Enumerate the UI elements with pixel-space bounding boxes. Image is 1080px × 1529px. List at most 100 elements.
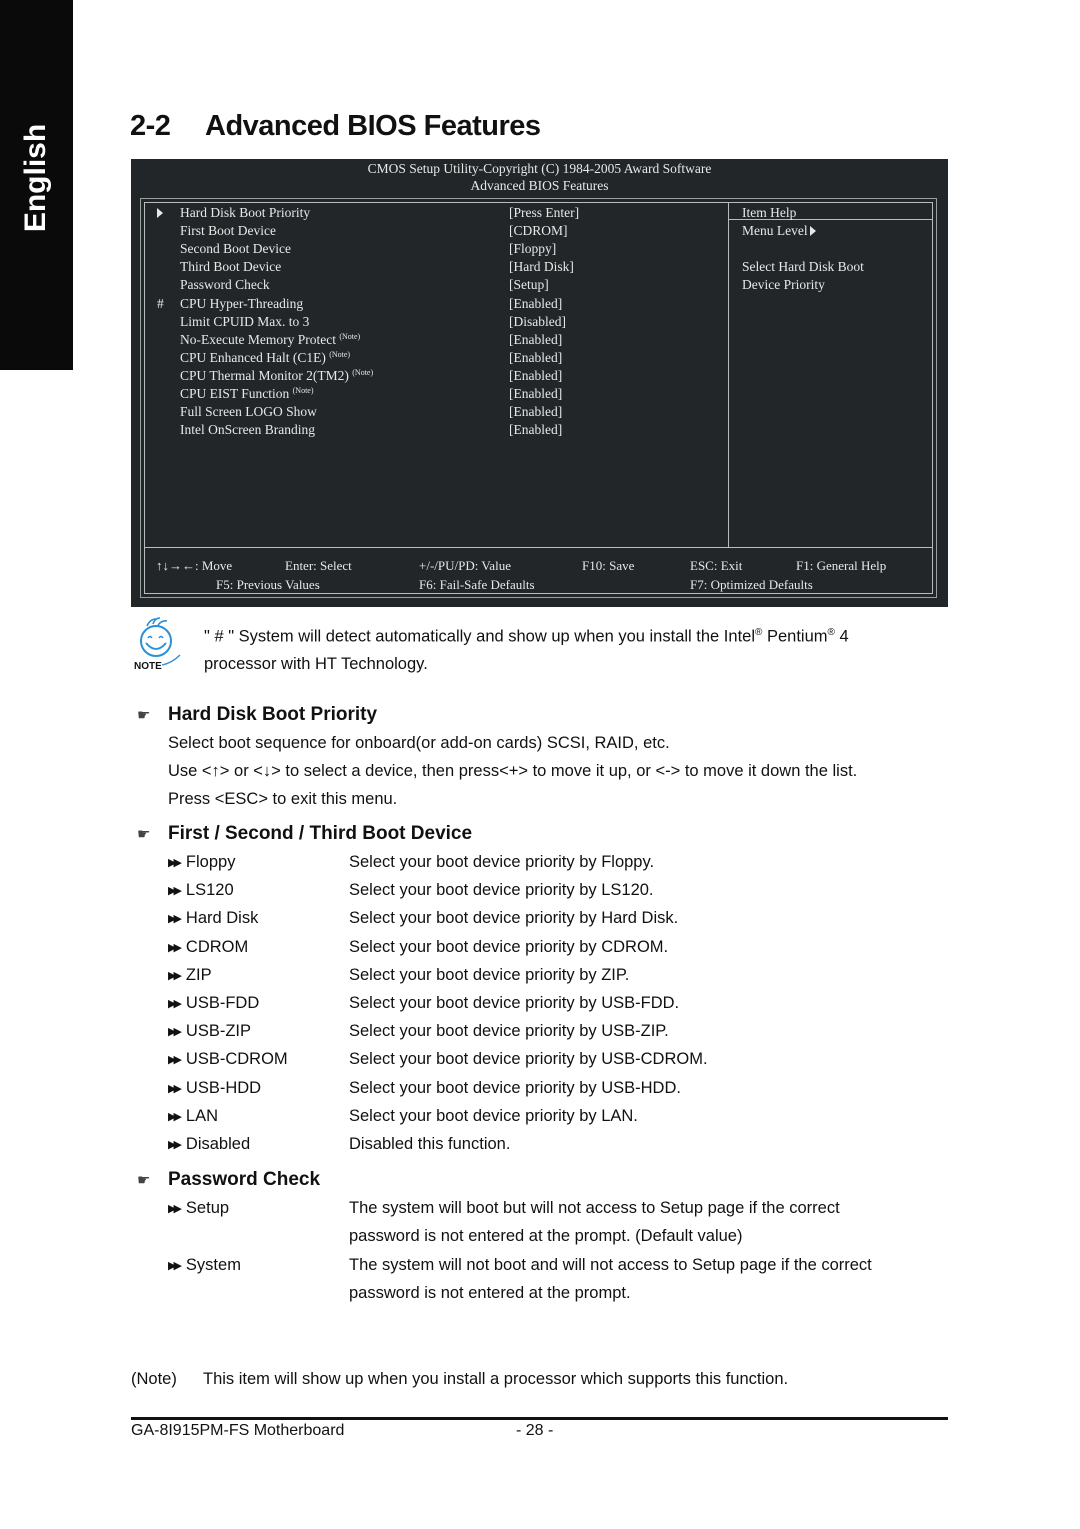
key-exit: ESC: Exit bbox=[690, 558, 743, 573]
double-arrow-icon: ▶▶ bbox=[168, 1026, 182, 1039]
boot-option-name: ▶▶ LS120 bbox=[168, 881, 234, 900]
bios-frame: Hard Disk Boot Priority [Press Enter] Firs… bbox=[140, 198, 937, 598]
key-optimized-defaults: F7: Optimized Defaults bbox=[690, 577, 813, 592]
double-arrow-icon: ▶▶ bbox=[168, 969, 182, 982]
pointing-hand-icon: ☛ bbox=[137, 826, 151, 843]
submenu-arrow-icon bbox=[157, 205, 169, 221]
password-option-name: ▶▶ Setup bbox=[168, 1199, 229, 1218]
boot-option-label: Hard Disk bbox=[185, 909, 259, 928]
boot-option-description: Select your boot device priority by Hard… bbox=[349, 909, 679, 928]
bios-item-value[interactable]: [Enabled] bbox=[509, 422, 562, 438]
boot-option-description: Select your boot device priority by LS12… bbox=[349, 881, 654, 900]
bios-item-value[interactable]: [Enabled] bbox=[509, 350, 562, 366]
section-title: 2-2 Advanced BIOS Features bbox=[130, 110, 541, 143]
boot-option-label: ZIP bbox=[185, 965, 212, 984]
bios-item-label: Full Screen LOGO Show bbox=[180, 404, 317, 420]
footnote: (Note) This item will show up when you in… bbox=[131, 1370, 788, 1389]
item-marker: # bbox=[157, 295, 164, 311]
bios-item-label: Password Check bbox=[180, 277, 270, 293]
password-option-description-line2: password is not entered at the prompt. bbox=[349, 1284, 631, 1302]
key-select: Enter: Select bbox=[285, 558, 352, 573]
bios-item-label-text: Third Boot Device bbox=[180, 259, 282, 275]
hdd-priority-line2: Use <↑> or <↓> to select a device, then … bbox=[168, 762, 858, 780]
heading-password-check: ☛ Password Check bbox=[137, 1169, 320, 1191]
password-option-description-line1: The system will boot but will not access… bbox=[349, 1199, 840, 1217]
double-arrow-icon: ▶▶ bbox=[168, 1203, 182, 1215]
bios-item-label-text: Hard Disk Boot Priority bbox=[180, 205, 311, 220]
key-move: ↑↓→←: Move bbox=[156, 558, 233, 573]
bios-item-value[interactable]: [Enabled] bbox=[509, 296, 562, 312]
double-arrow-icon: ▶▶ bbox=[168, 941, 182, 954]
boot-option-label: USB-ZIP bbox=[185, 1022, 252, 1041]
double-arrow-icon: ▶▶ bbox=[168, 913, 182, 926]
bios-item-value[interactable]: [Enabled] bbox=[509, 404, 562, 420]
bios-item-label: CPU Enhanced Halt (C1E) (Note) bbox=[180, 350, 350, 366]
footer-rule bbox=[131, 1417, 948, 1420]
language-label: English bbox=[19, 123, 52, 233]
boot-option-description: Select your boot device priority by ZIP. bbox=[349, 965, 630, 984]
boot-option-name: ▶▶ USB-HDD bbox=[168, 1079, 261, 1098]
bios-item-label: CPU EIST Function (Note) bbox=[180, 386, 314, 402]
bios-item-value[interactable]: [Press Enter] bbox=[509, 205, 579, 221]
bios-item-value[interactable]: [Setup] bbox=[509, 277, 549, 293]
key-fail-safe-defaults: F6: Fail-Safe Defaults bbox=[419, 577, 535, 592]
note-marker: (Note) bbox=[352, 367, 374, 377]
bios-item-label: Intel OnScreen Branding bbox=[180, 422, 315, 438]
boot-option-description: Disabled this function. bbox=[349, 1135, 511, 1153]
password-option-description-line2: password is not entered at the prompt. (… bbox=[349, 1227, 743, 1245]
bios-item-value[interactable]: [Floppy] bbox=[509, 241, 556, 257]
bios-item-label-text: Second Boot Device bbox=[180, 241, 291, 257]
boot-option-label: CDROM bbox=[185, 937, 249, 956]
boot-option-name: ▶▶ Hard Disk bbox=[168, 909, 258, 928]
bios-item-label-text: CPU Hyper-Threading bbox=[180, 295, 304, 311]
boot-option-label: USB-FDD bbox=[185, 994, 260, 1012]
hdd-priority-line3: Press <ESC> to exit this menu. bbox=[168, 790, 398, 808]
note-icon: NOTE bbox=[134, 617, 181, 672]
password-option-label: Setup bbox=[185, 1199, 230, 1217]
bios-item-label: CPU Hyper-Threading bbox=[180, 296, 303, 312]
key-general-help: F1: General Help bbox=[796, 558, 887, 573]
bios-item-value[interactable]: [Hard Disk] bbox=[509, 259, 574, 275]
double-arrow-icon: ▶▶ bbox=[168, 1139, 182, 1151]
boot-option-description: Select your boot device priority by Flop… bbox=[349, 853, 655, 871]
menu-level: Menu Level bbox=[742, 223, 816, 239]
boot-option-label: USB-HDD bbox=[185, 1078, 262, 1097]
bios-header-copyright: CMOS Setup Utility-Copyright (C) 1984-20… bbox=[367, 161, 712, 176]
bios-item-label-text: First Boot Device bbox=[180, 223, 276, 239]
section-number: 2-2 bbox=[130, 110, 171, 142]
boot-option-name: ▶▶ USB-FDD bbox=[168, 994, 259, 1013]
note-marker: (Note) bbox=[292, 386, 314, 395]
boot-option-name: ▶▶ ZIP bbox=[168, 966, 212, 985]
boot-option-description: Select your boot device priority by USB-… bbox=[349, 1022, 669, 1041]
boot-option-label: LAN bbox=[185, 1106, 219, 1125]
bios-item-label-text: CPU EIST Function bbox=[180, 386, 290, 401]
bios-item-label: Third Boot Device bbox=[180, 259, 281, 275]
bios-item-value[interactable]: [CDROM] bbox=[509, 223, 568, 239]
bios-item-value[interactable]: [Enabled] bbox=[509, 386, 562, 402]
boot-option-name: ▶▶ LAN bbox=[168, 1107, 218, 1126]
bios-item-value[interactable]: [Enabled] bbox=[509, 332, 562, 348]
double-arrow-icon: ▶▶ bbox=[168, 1260, 182, 1272]
bios-item-label: Hard Disk Boot Priority bbox=[180, 205, 310, 221]
menu-level-label: Menu Level bbox=[742, 223, 808, 238]
bios-item-label: No-Execute Memory Protect (Note) bbox=[180, 332, 360, 348]
boot-option-label: Disabled bbox=[185, 1135, 251, 1153]
heading-text: Hard Disk Boot Priority bbox=[168, 704, 378, 725]
heading-text: First / Second / Third Boot Device bbox=[168, 823, 473, 844]
bios-item-value[interactable]: [Disabled] bbox=[509, 314, 566, 330]
heading-boot-device: ☛ First / Second / Third Boot Device bbox=[137, 823, 472, 845]
boot-option-name: ▶▶ CDROM bbox=[168, 938, 248, 957]
footnote-text: This item will show up when you install … bbox=[203, 1370, 789, 1388]
note-line2: processor with HT Technology. bbox=[204, 655, 428, 673]
heading-hard-disk-boot-priority: ☛ Hard Disk Boot Priority bbox=[137, 704, 377, 726]
note-line1: " # " System will detect automatically a… bbox=[204, 627, 849, 647]
boot-option-description: Select your boot device priority by USB-… bbox=[349, 1078, 681, 1097]
help-text-line1: Select Hard Disk Boot bbox=[742, 259, 864, 274]
bios-screen: CMOS Setup Utility-Copyright (C) 1984-20… bbox=[131, 159, 948, 607]
pointing-hand-icon: ☛ bbox=[137, 1172, 151, 1189]
boot-option-label: USB-CDROM bbox=[185, 1050, 288, 1069]
pointing-hand-icon: ☛ bbox=[137, 707, 151, 724]
bios-item-value[interactable]: [Enabled] bbox=[509, 368, 562, 384]
bios-item-label-text: Limit CPUID Max. to 3 bbox=[180, 313, 310, 329]
boot-option-description: Select your boot device priority by USB-… bbox=[349, 1050, 708, 1069]
